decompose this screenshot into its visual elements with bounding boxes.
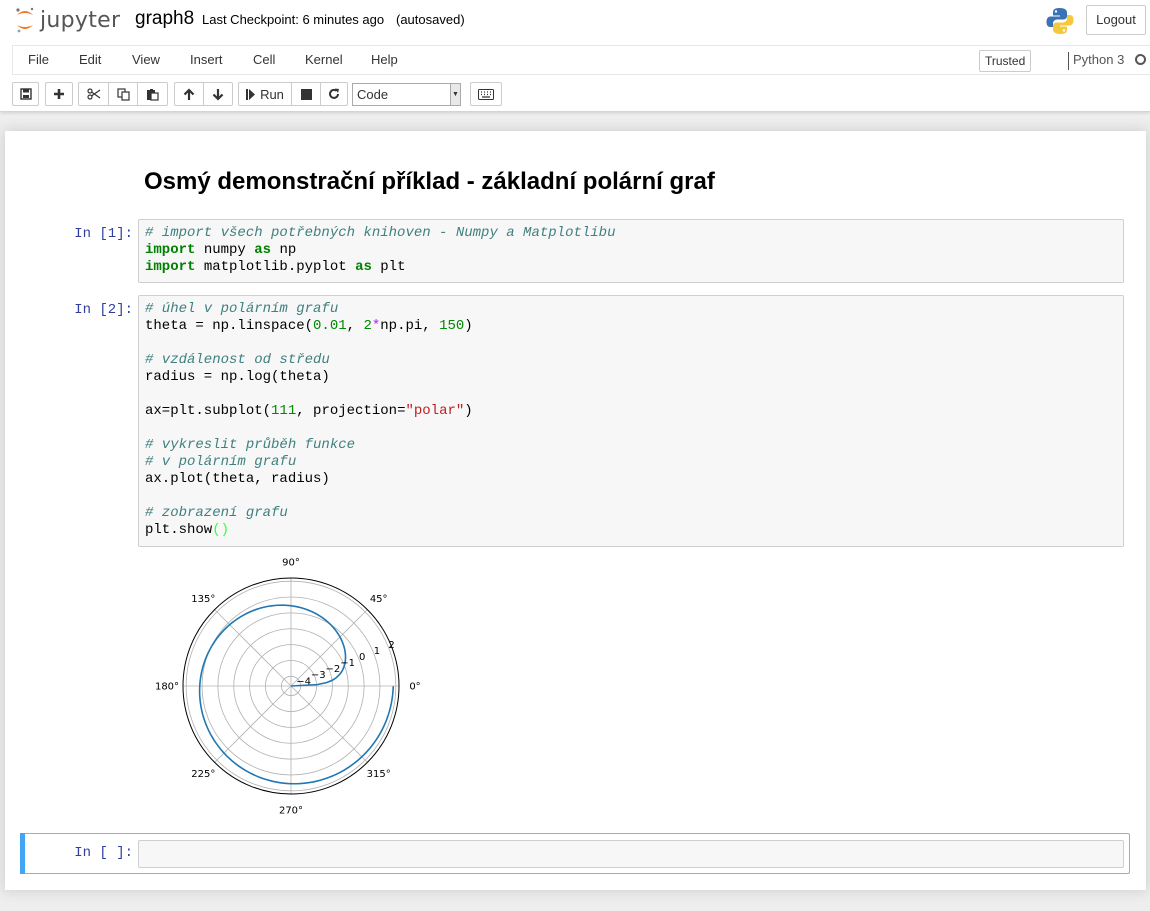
paste-button[interactable] xyxy=(137,82,168,106)
menu-edit[interactable]: Edit xyxy=(79,52,101,67)
code-comment: # zobrazení grafu xyxy=(145,505,288,521)
notebook-name[interactable]: graph8 xyxy=(135,8,194,30)
keyboard-icon xyxy=(478,88,494,100)
code-comment: # úhel v polárním grafu xyxy=(145,301,339,317)
cell-type-value: Code xyxy=(357,87,389,102)
last-checkpoint: Last Checkpoint: 6 minutes ago xyxy=(202,12,385,27)
cut-button[interactable] xyxy=(78,82,109,106)
jupyter-logo-icon xyxy=(16,7,34,33)
jupyter-logo-text: jupyter xyxy=(40,7,121,33)
step-forward-icon xyxy=(246,88,256,100)
paste-icon xyxy=(147,88,159,101)
arrow-down-icon xyxy=(212,88,224,101)
angle-tick-label: 270° xyxy=(279,806,303,817)
code-line: # vzdálenost od středu xyxy=(145,352,1117,369)
radial-tick-label: −1 xyxy=(340,658,355,669)
angle-tick-label: 135° xyxy=(191,594,215,605)
arrow-up-icon xyxy=(183,87,195,100)
code-line: plt.show() xyxy=(145,522,230,538)
menubar: File Edit View Insert Cell Kernel Help T… xyxy=(12,45,1150,75)
code-comment: # v polárním grafu xyxy=(145,454,297,470)
angular-gridline xyxy=(214,685,292,763)
code-line: # v polárním grafu xyxy=(145,454,1117,471)
angle-tick-label: 0° xyxy=(409,682,420,693)
plus-icon xyxy=(54,89,64,99)
code-line: import matplotlib.pyplot as plt xyxy=(145,259,406,275)
move-down-button[interactable] xyxy=(203,82,233,106)
radial-tick-label: −4 xyxy=(296,676,311,687)
angle-tick-label: 225° xyxy=(191,769,215,780)
angle-tick-label: 45° xyxy=(370,594,388,605)
refresh-icon xyxy=(329,88,339,99)
copy-button[interactable] xyxy=(108,82,138,106)
radial-tick-label: 0 xyxy=(359,652,365,663)
cell-3-prompt: In [ ]: xyxy=(74,845,133,861)
angle-tick-label: 180° xyxy=(155,682,179,693)
cell-type-select[interactable]: Code ▼ xyxy=(352,83,461,106)
move-up-button[interactable] xyxy=(174,82,204,106)
python-logo-icon xyxy=(1045,6,1075,39)
radial-tick-label: 2 xyxy=(388,640,394,651)
kernel-separator xyxy=(1068,52,1069,70)
menu-view[interactable]: View xyxy=(132,52,160,67)
polar-plot-output: 0° 45° 90° 135° 180° 225° 270° 315° −4−3−2−1 012 xyxy=(155,558,421,817)
code-line: # vykreslit průběh funkce xyxy=(145,437,1117,454)
cell-1-prompt: In [1]: xyxy=(74,226,133,242)
markdown-heading[interactable]: Osmý demonstrační příklad - základní pol… xyxy=(144,168,715,196)
notebook-header: jupyter graph8 Last Checkpoint: 6 minute… xyxy=(0,0,1150,112)
radial-tick-label: −2 xyxy=(326,664,341,675)
kernel-idle-icon xyxy=(1135,54,1146,65)
copy-icon xyxy=(116,87,130,101)
angle-tick-label: 315° xyxy=(367,769,391,780)
code-line: theta = np.linspace(0.01, 2*np.pi, 150) xyxy=(145,318,473,334)
insert-cell-button[interactable] xyxy=(45,82,73,106)
restart-button[interactable] xyxy=(320,82,348,106)
code-line: ax.plot(theta, radius) xyxy=(145,471,330,487)
jupyter-logo[interactable]: jupyter xyxy=(14,6,120,34)
scissors-icon xyxy=(86,88,100,100)
logout-button[interactable]: Logout xyxy=(1086,5,1146,35)
cell-3-input[interactable] xyxy=(138,840,1124,868)
radial-tick-label: 1 xyxy=(374,646,380,657)
angular-gridline xyxy=(290,685,368,763)
code-comment: # vzdálenost od středu xyxy=(145,352,330,368)
code-line: ax=plt.subplot(111, projection="polar") xyxy=(145,403,473,419)
chevron-down-icon: ▼ xyxy=(450,84,460,105)
save-icon xyxy=(19,88,32,100)
menu-insert[interactable]: Insert xyxy=(190,52,223,67)
code-line: # zobrazení grafu xyxy=(145,505,1117,522)
interrupt-button[interactable] xyxy=(291,82,321,106)
cell-1-input[interactable]: # import všech potřebných knihoven - Num… xyxy=(138,219,1124,283)
command-palette-button[interactable] xyxy=(470,82,502,106)
code-line: radius = np.log(theta) xyxy=(145,369,330,385)
autosave-status: (autosaved) xyxy=(396,12,465,27)
cell-2-prompt: In [2]: xyxy=(74,302,133,318)
trusted-indicator[interactable]: Trusted xyxy=(979,50,1032,72)
menu-help[interactable]: Help xyxy=(371,52,398,67)
cell-2-input[interactable]: # úhel v polárním grafu theta = np.linsp… xyxy=(138,295,1124,547)
menu-kernel[interactable]: Kernel xyxy=(305,52,343,67)
code-line: # import všech potřebných knihoven - Num… xyxy=(145,225,1117,242)
angular-gridline xyxy=(214,609,292,687)
angle-tick-label: 90° xyxy=(282,558,300,569)
menu-cell[interactable]: Cell xyxy=(253,52,275,67)
menu-file[interactable]: File xyxy=(28,52,49,67)
run-button[interactable]: Run xyxy=(238,82,292,106)
save-button[interactable] xyxy=(12,82,39,106)
radial-tick-label: −3 xyxy=(311,670,326,681)
code-comment: # vykreslit průběh funkce xyxy=(145,437,356,453)
code-line: import numpy as np xyxy=(145,242,297,258)
code-line: # úhel v polárním grafu xyxy=(145,301,1117,318)
notebook-container: Osmý demonstrační příklad - základní pol… xyxy=(5,131,1146,890)
code-comment: # import všech potřebných knihoven - Num… xyxy=(145,225,616,241)
run-label: Run xyxy=(260,86,284,102)
kernel-name[interactable]: Python 3 xyxy=(1073,52,1124,67)
stop-icon xyxy=(300,88,312,100)
